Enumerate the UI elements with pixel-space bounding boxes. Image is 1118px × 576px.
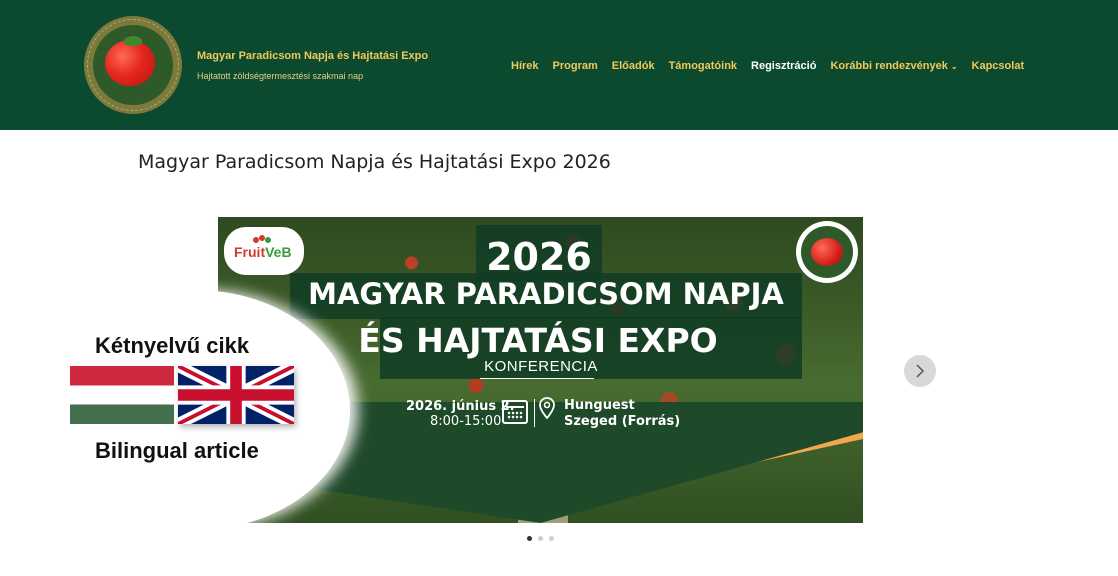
slider-dot[interactable] [538,536,543,541]
slider-dot[interactable] [549,536,554,541]
event-time: 8:00-15:00 [430,414,502,429]
tomato-icon [811,238,843,266]
event-venue-name: Hunguest [564,398,635,413]
page-title: Magyar Paradicsom Napja és Hajtatási Exp… [138,151,611,173]
nav-item-tamogatoink[interactable]: Támogatóink [669,60,737,72]
nav-item-program[interactable]: Program [553,60,598,72]
site-tagline: Hajtatott zöldségtermesztési szakmai nap [197,71,364,81]
corner-event-logo [796,221,858,283]
slider-dots [527,536,554,541]
event-venue-city: Szeged (Forrás) [564,414,681,429]
bilingual-label-en: Bilingual article [95,438,259,463]
chevron-down-icon: ⌄ [950,61,958,71]
slide-title-line2: ÉS HAJTATÁSI EXPO [358,321,718,360]
fruitveb-dots-icon [253,235,271,243]
slider-dot[interactable] [527,536,532,541]
chevron-right-icon [916,364,925,378]
nav-item-eloadok[interactable]: Előadók [612,60,655,72]
nav-item-hirek[interactable]: Hírek [511,60,539,72]
slider-next-button[interactable] [904,355,936,387]
subtitle-underline [480,378,594,379]
nav-item-regisztracio[interactable]: Regisztráció [751,60,816,72]
event-date: 2026. június 2. [406,399,515,414]
slide-subtitle: KONFERENCIA [484,358,598,375]
uk-flag-icon [178,366,294,424]
fruitveb-logo: FruitVeB [224,227,304,275]
location-pin-icon [539,397,555,419]
tomato-icon [105,40,155,86]
site-logo[interactable] [84,16,182,114]
nav-item-kapcsolat[interactable]: Kapcsolat [972,60,1025,72]
info-divider [534,399,535,427]
calendar-icon [502,400,528,424]
main-nav: Hírek Program Előadók Támogatóink Regisz… [511,58,1024,74]
site-header: Magyar Paradicsom Napja és Hajtatási Exp… [0,0,1118,130]
site-title[interactable]: Magyar Paradicsom Napja és Hajtatási Exp… [197,50,428,62]
nav-item-korabbi[interactable]: Korábbi rendezvények ⌄ [830,60,957,72]
fruitveb-logo-text: FruitVeB [234,244,292,260]
leaf-icon [124,36,142,46]
nav-item-korabbi-label: Korábbi rendezvények [830,60,948,72]
hungarian-flag-icon [70,366,174,424]
slide-title-line1: MAGYAR PARADICSOM NAPJA [308,277,784,311]
bilingual-label-hu: Kétnyelvű cikk [95,333,250,358]
